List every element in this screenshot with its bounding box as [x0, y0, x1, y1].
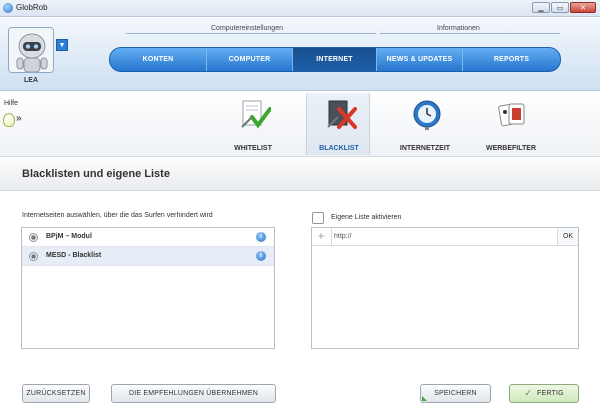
done-button[interactable]: ✓ FERTIG [509, 384, 579, 403]
url-ok-button[interactable]: OK [557, 228, 578, 245]
list-item[interactable]: MESD - Blacklist i [22, 247, 274, 266]
list-item-label: MESD - Blacklist [46, 252, 102, 259]
window-controls: ▁ ▭ ✕ [532, 2, 596, 13]
chevron-down-icon: ▼ [58, 41, 66, 49]
app-icon [3, 3, 13, 13]
save-corner-icon [422, 396, 427, 401]
main-nav: KONTEN COMPUTER INTERNET NEWS & UPDATES … [109, 47, 561, 72]
save-button-label: SPEICHERN [434, 390, 477, 397]
done-button-label: FERTIG [537, 390, 564, 397]
add-url-icon[interactable]: + [315, 230, 327, 243]
subnav-werbefilter[interactable]: WERBEFILTER [479, 93, 543, 155]
list-item[interactable]: BPjM – Modul i [22, 228, 274, 247]
lightbulb-icon [3, 113, 15, 127]
section-header: Blacklisten und eigene Liste [0, 157, 600, 191]
url-entry-row: + OK [312, 228, 578, 246]
save-button[interactable]: SPEICHERN [420, 384, 491, 403]
info-icon[interactable]: i [256, 251, 266, 261]
url-row-divider [331, 228, 332, 245]
group-divider-info [380, 33, 560, 34]
help-label: Hilfe [4, 100, 19, 107]
subnav-internetzeit-label: INTERNETZEIT [399, 145, 451, 152]
blacklist-hint: Internetseiten auswählen, über die das S… [22, 212, 213, 219]
subnav-whitelist[interactable]: WHITELIST [221, 93, 285, 155]
list-item-radio[interactable] [29, 252, 38, 261]
subnav-blacklist[interactable]: BLACKLIST [306, 93, 370, 155]
app-header: ▼ LEA Computereinstellungen Informatione… [0, 17, 600, 91]
own-list-label: Eigene Liste aktivieren [331, 214, 402, 221]
content-area: Internetseiten auswählen, über die das S… [0, 191, 600, 414]
checkmark-icon: ✓ [524, 388, 532, 398]
minimize-button[interactable]: ▁ [532, 2, 550, 13]
group-label-info: Informationen [437, 25, 480, 32]
info-icon[interactable]: i [256, 232, 266, 242]
internet-subnav: Hilfe » WHITELIST BLACKLIST INTERNETZEIT… [0, 91, 600, 157]
whitelist-check-icon [241, 100, 271, 129]
list-item-label: BPjM – Modul [46, 233, 92, 240]
clock-icon [413, 100, 441, 130]
group-label-computer: Computereinstellungen [211, 25, 283, 32]
window-title: GlobRob [16, 3, 48, 12]
robot-avatar-icon [9, 28, 53, 72]
url-input[interactable] [334, 230, 544, 243]
cards-icon [498, 103, 525, 127]
group-divider-computer [126, 33, 376, 34]
double-chevron-right-icon: » [16, 113, 22, 124]
window-titlebar: GlobRob ▁ ▭ ✕ [0, 0, 600, 17]
subnav-werbefilter-label: WERBEFILTER [485, 145, 537, 152]
blacklist-list: BPjM – Modul i MESD - Blacklist i [21, 227, 275, 349]
close-button[interactable]: ✕ [570, 2, 596, 13]
list-item-radio[interactable] [29, 233, 38, 242]
reset-button[interactable]: ZURÜCKSETZEN [22, 384, 90, 403]
tab-reports[interactable]: REPORTS [463, 48, 560, 71]
subnav-internetzeit[interactable]: INTERNETZEIT [393, 93, 457, 155]
tab-internet[interactable]: INTERNET [293, 48, 377, 71]
own-list-checkbox[interactable] [312, 212, 324, 224]
maximize-button[interactable]: ▭ [551, 2, 569, 13]
tab-konten[interactable]: KONTEN [110, 48, 207, 71]
own-list-panel: + OK [311, 227, 579, 349]
avatar[interactable] [8, 27, 54, 73]
blacklist-x-icon [327, 100, 357, 129]
tab-news-updates[interactable]: NEWS & UPDATES [377, 48, 463, 71]
apply-recommendations-button[interactable]: DIE EMPFEHLUNGEN ÜBERNEHMEN [111, 384, 276, 403]
username-label: LEA [24, 77, 38, 84]
help-button[interactable]: Hilfe » [0, 99, 32, 139]
subnav-blacklist-label: BLACKLIST [319, 145, 359, 152]
avatar-dropdown-button[interactable]: ▼ [56, 39, 68, 51]
page-title: Blacklisten und eigene Liste [22, 168, 170, 180]
subnav-whitelist-label: WHITELIST [234, 145, 272, 152]
tab-computer[interactable]: COMPUTER [207, 48, 293, 71]
